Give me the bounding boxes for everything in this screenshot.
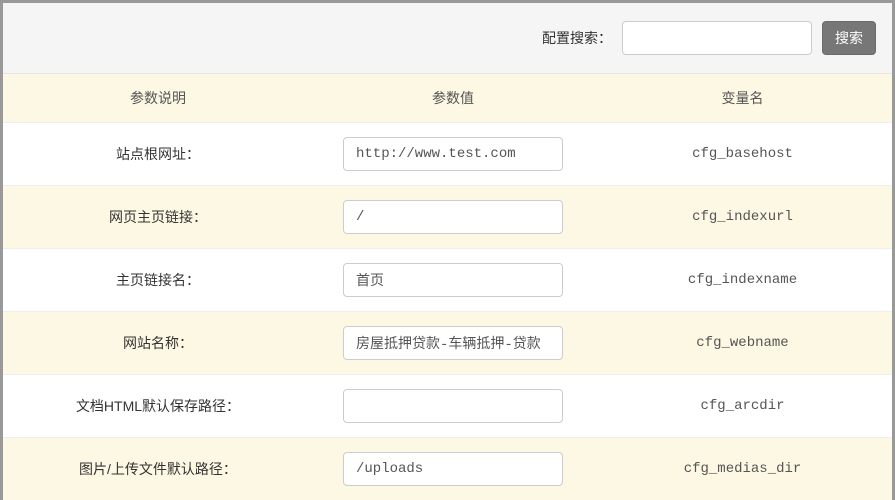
param-value-cell (313, 249, 593, 312)
param-value-input[interactable] (343, 263, 563, 297)
param-desc: 图片/上传文件默认路径： (3, 438, 313, 500)
param-desc: 站点根网址： (3, 123, 313, 186)
search-toolbar: 配置搜索： 搜索 (3, 3, 892, 74)
param-var: cfg_indexurl (593, 186, 892, 249)
table-row: 网页主页链接： cfg_indexurl (3, 186, 892, 249)
table-row: 主页链接名： cfg_indexname (3, 249, 892, 312)
search-button[interactable]: 搜索 (822, 21, 876, 55)
param-value-input[interactable] (343, 452, 563, 486)
param-value-cell (313, 312, 593, 375)
param-var: cfg_arcdir (593, 375, 892, 438)
search-input[interactable] (622, 21, 812, 55)
param-value-input[interactable] (343, 200, 563, 234)
table-row: 图片/上传文件默认路径： cfg_medias_dir (3, 438, 892, 500)
param-value-input[interactable] (343, 326, 563, 360)
param-value-input[interactable] (343, 389, 563, 423)
col-header-value: 参数值 (313, 74, 593, 123)
table-header-row: 参数说明 参数值 变量名 (3, 74, 892, 123)
col-header-var: 变量名 (593, 74, 892, 123)
param-value-cell (313, 123, 593, 186)
col-header-desc: 参数说明 (3, 74, 313, 123)
config-table: 参数说明 参数值 变量名 站点根网址： cfg_basehost 网页主页链接：… (3, 74, 892, 500)
param-var: cfg_webname (593, 312, 892, 375)
table-row: 网站名称： cfg_webname (3, 312, 892, 375)
param-value-cell (313, 186, 593, 249)
param-desc: 文档HTML默认保存路径： (3, 375, 313, 438)
param-var: cfg_indexname (593, 249, 892, 312)
table-row: 文档HTML默认保存路径： cfg_arcdir (3, 375, 892, 438)
config-panel: 配置搜索： 搜索 参数说明 参数值 变量名 站点根网址： cfg_basehos… (3, 3, 892, 497)
search-label: 配置搜索： (542, 28, 612, 48)
param-var: cfg_basehost (593, 123, 892, 186)
param-value-input[interactable] (343, 137, 563, 171)
param-desc: 网站名称： (3, 312, 313, 375)
param-value-cell (313, 438, 593, 500)
param-desc: 主页链接名： (3, 249, 313, 312)
param-value-cell (313, 375, 593, 438)
param-desc: 网页主页链接： (3, 186, 313, 249)
table-row: 站点根网址： cfg_basehost (3, 123, 892, 186)
param-var: cfg_medias_dir (593, 438, 892, 500)
